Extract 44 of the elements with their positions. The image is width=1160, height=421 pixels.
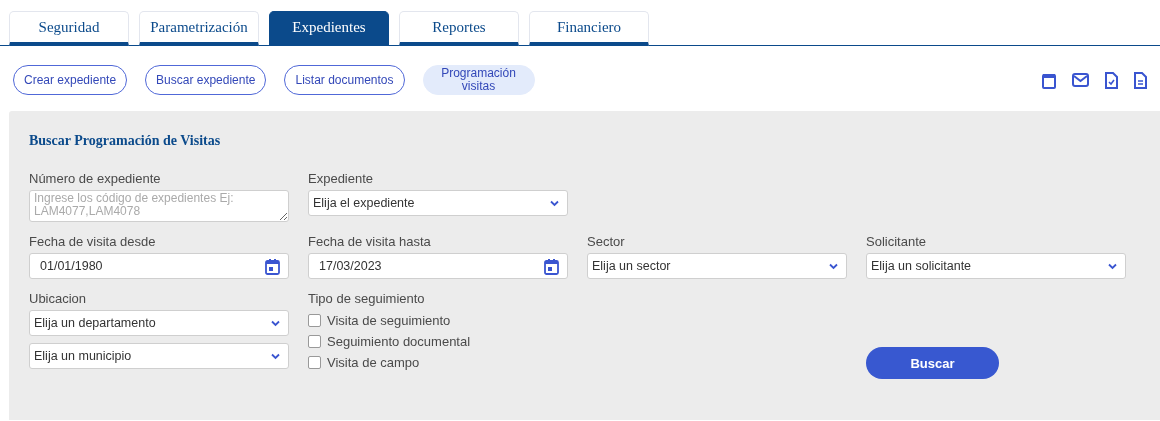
field-label: Fecha de visita desde [29,234,157,249]
subnav-button[interactable]: Crear expediente [13,65,128,95]
chevron-down-icon [829,262,838,270]
calendar-icon [265,257,280,275]
field-label: Solicitante [866,234,927,249]
chevron-down-icon [1108,262,1117,270]
mail-icon[interactable] [1072,72,1089,88]
select-field[interactable]: Elija un solicitante [866,253,1126,279]
field-label: Tipo de seguimiento [308,291,426,306]
panel-title: Buscar Programación de Visitas [29,133,222,149]
checkbox-label: Visita de campo [327,355,420,370]
chevron-down-icon [271,352,280,360]
calendar-icon [544,257,559,275]
select-field[interactable]: Elija el expediente [308,190,568,216]
field-label: Expediente [308,171,375,186]
calendar-icon[interactable] [1042,71,1056,89]
tab[interactable]: Financiero [529,11,649,46]
select-field[interactable]: Elija un municipio [29,343,289,369]
document-check-icon[interactable] [1105,71,1118,89]
subnav-button[interactable]: Programación visitas [422,65,535,95]
select-field[interactable]: Elija un departamento [29,310,289,336]
field-label: Sector [587,234,626,249]
checkbox[interactable] [308,356,321,369]
tab[interactable]: Expedientes [269,11,389,46]
document-icon[interactable] [1134,71,1147,89]
date-field[interactable]: 01/01/1980 [29,253,289,279]
field-label: Número de expediente [29,171,162,186]
tab[interactable]: Reportes [399,11,519,46]
search-button[interactable]: Buscar [866,347,999,379]
checkbox[interactable] [308,335,321,348]
field-label: Fecha de visita hasta [308,234,432,249]
subnav-button[interactable]: Listar documentos [284,65,405,95]
tab[interactable]: Seguridad [9,11,129,46]
chevron-down-icon [550,199,559,207]
select-field[interactable]: Elija un sector [587,253,847,279]
chevron-down-icon [271,319,280,327]
tab[interactable]: Parametrización [139,11,259,46]
checkbox[interactable] [308,314,321,327]
checkbox-label: Seguimiento documental [327,334,471,349]
field-label: Ubicacion [29,291,88,306]
subnav-button[interactable]: Buscar expediente [145,65,267,95]
date-field[interactable]: 17/03/2023 [308,253,568,279]
checkbox-label: Visita de seguimiento [327,313,451,328]
input-field[interactable]: Ingrese los código de expedientes Ej: LAM4077,LAM4078 [29,190,289,222]
